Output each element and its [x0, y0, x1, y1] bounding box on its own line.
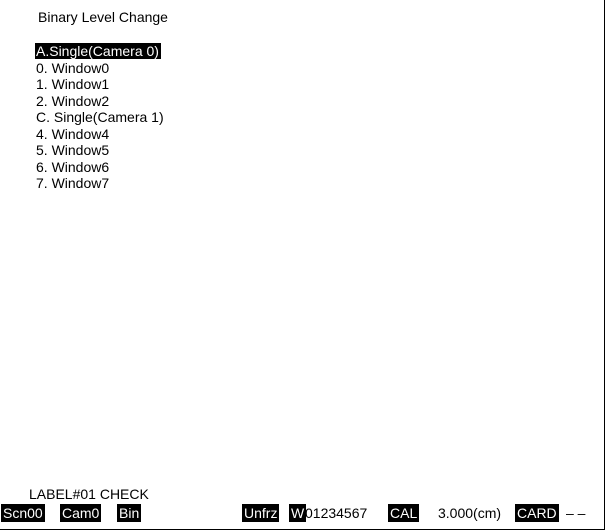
menu-item-window7[interactable]: 7. Window7 [35, 175, 166, 192]
status-bar: Scn00 Cam0 Bin Unfrz W 01234567 CAL 3.00… [0, 504, 606, 522]
menu-item-window1[interactable]: 1. Window1 [35, 76, 166, 93]
menu-item-label: 5. Window5 [36, 142, 110, 158]
menu-item-label: 4. Window4 [36, 125, 110, 142]
menu-item-label: 2. Window2 [36, 92, 110, 109]
camera-indicator: Cam0 [60, 504, 102, 522]
screen-title: Binary Level Change [38, 9, 168, 25]
menu-item-single-camera-1[interactable]: C. Single(Camera 1) [35, 109, 166, 126]
menu-item-label: 1. Window1 [36, 76, 110, 92]
card-value: – – [566, 505, 586, 521]
menu-item-label: A.Single(Camera 0) [35, 43, 161, 59]
menu-item-label: 7. Window7 [36, 175, 110, 191]
menu-item-window2[interactable]: 2. Window2 [35, 93, 166, 110]
menu-item-label: C. Single(Camera 1) [36, 109, 164, 125]
card-indicator: CARD [515, 504, 559, 522]
scene-indicator: Scn00 [1, 504, 45, 522]
cal-indicator: CAL [388, 504, 420, 522]
menu-item-window5[interactable]: 5. Window5 [35, 142, 166, 159]
menu-item-single-camera-0[interactable]: A.Single(Camera 0) [35, 43, 166, 60]
menu-item-window6[interactable]: 6. Window6 [35, 159, 166, 176]
window-indicator-prefix: W [289, 504, 307, 522]
window-indicator-digits: 01234567 [305, 505, 368, 521]
label-check-text: LABEL#01 CHECK [29, 486, 149, 502]
menu-item-window4[interactable]: 4. Window4 [35, 126, 166, 143]
binary-level-menu: A.Single(Camera 0) 0. Window0 1. Window1… [35, 43, 166, 192]
menu-item-label: 0. Window0 [36, 59, 110, 76]
mode-indicator: Bin [117, 504, 142, 522]
menu-item-label: 6. Window6 [36, 158, 110, 175]
freeze-indicator: Unfrz [242, 504, 280, 522]
menu-item-window0[interactable]: 0. Window0 [35, 60, 166, 77]
scale-readout: 3.000(cm) [438, 505, 502, 521]
